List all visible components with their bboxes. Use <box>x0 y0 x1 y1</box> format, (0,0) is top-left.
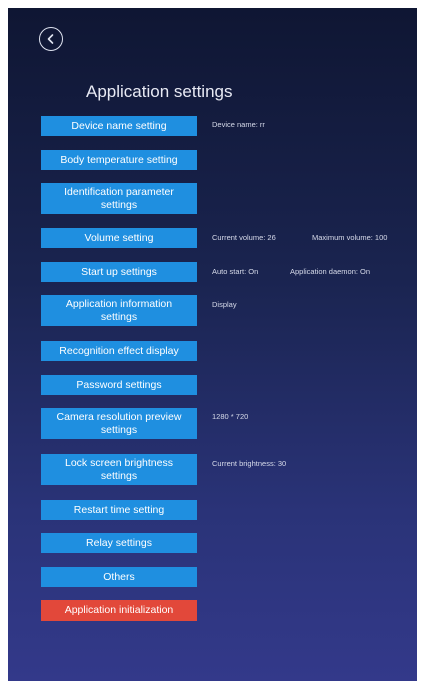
current-volume-value: Current volume: 26 <box>212 233 276 242</box>
device-name-setting-button[interactable]: Device name setting <box>41 116 197 136</box>
page-title: Application settings <box>86 82 233 101</box>
current-brightness-value: Current brightness: 30 <box>212 459 287 468</box>
device-name-value: Device name: rr <box>212 120 265 129</box>
volume-setting-button[interactable]: Volume setting <box>41 228 197 248</box>
others-button[interactable]: Others <box>41 567 197 587</box>
lock-screen-brightness-settings-button[interactable]: Lock screen brightness settings <box>41 454 197 485</box>
auto-start-value: Auto start: On <box>212 267 259 276</box>
start-up-settings-button[interactable]: Start up settings <box>41 262 197 282</box>
application-information-settings-button[interactable]: Application information settings <box>41 295 197 326</box>
body-temperature-setting-button[interactable]: Body temperature setting <box>41 150 197 170</box>
back-button[interactable] <box>39 27 63 51</box>
settings-screen: Application settings Device name setting… <box>8 8 417 681</box>
back-arrow-icon <box>47 34 54 44</box>
application-daemon-value: Application daemon: On <box>290 267 371 276</box>
recognition-effect-display-button[interactable]: Recognition effect display <box>41 341 197 361</box>
relay-settings-button[interactable]: Relay settings <box>41 533 197 553</box>
resolution-value: 1280 * 720 <box>212 412 249 421</box>
password-settings-button[interactable]: Password settings <box>41 375 197 395</box>
restart-time-setting-button[interactable]: Restart time setting <box>41 500 197 520</box>
identification-parameter-settings-button[interactable]: Identification parameter settings <box>41 183 197 214</box>
application-initialization-button[interactable]: Application initialization <box>41 600 197 621</box>
maximum-volume-value: Maximum volume: 100 <box>312 233 388 242</box>
display-value: Display <box>212 300 237 309</box>
camera-resolution-preview-settings-button[interactable]: Camera resolution preview settings <box>41 408 197 439</box>
